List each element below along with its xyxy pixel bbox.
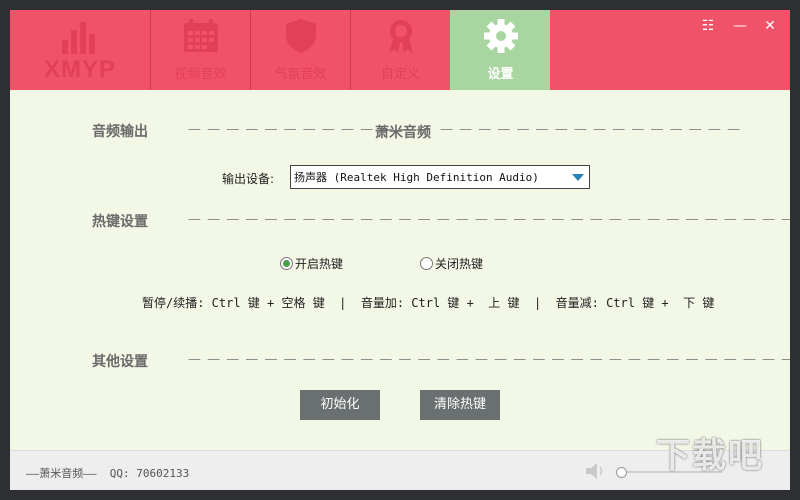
menu-button[interactable]: ☷ [698,16,718,36]
close-button[interactable]: ✕ [760,16,780,36]
tab-label: 视频音效 [174,67,227,82]
gear-icon [484,19,518,53]
initialize-button[interactable]: 初始化 [300,390,380,420]
app-logo: XMYP [10,10,150,90]
section-title-audio-output: 音频输出 [92,124,148,140]
app-window: XMYP 视频音效 气氛音效 自定义 设置 ☷ — ✕ 音频输出 — — — —… [10,10,790,490]
tab-label: 自定义 [380,67,420,82]
footer-brand-text: ——萧米音频—— QQ: 70602133 [26,467,190,480]
tab-video-effects[interactable]: 视频音效 [150,10,250,90]
section-title-hotkeys: 热键设置 [92,214,148,230]
radio-unchecked-icon[interactable] [420,257,433,270]
volume-slider-thumb[interactable] [616,467,627,478]
bars-logo-icon [62,22,95,54]
tab-label: 设置 [487,67,514,82]
output-device-value: 扬声器 (Realtek High Definition Audio) [294,171,539,184]
tab-ambient-effects[interactable]: 气氛音效 [250,10,350,90]
dropdown-arrow-icon[interactable] [572,174,584,181]
watermark-text: 下载吧 [656,436,764,476]
top-navigation-bar: XMYP 视频音效 气氛音效 自定义 设置 ☷ — ✕ [10,10,790,90]
calendar-icon [184,19,218,52]
tab-settings[interactable]: 设置 [450,10,550,90]
disable-hotkeys-radio[interactable]: 关闭热键 [420,255,483,272]
radio-checked-icon[interactable] [280,257,293,270]
divider: — — — — — — — — — — — — — — — — — — — — … [188,212,790,227]
output-device-label: 输出设备: [222,172,275,186]
logo-text: XMYP [44,56,117,83]
speaker-icon[interactable] [584,462,606,480]
minimize-button[interactable]: — [730,16,750,36]
divider: — — — — — — — — — — — — — — — — — — — — … [188,352,790,367]
tab-custom[interactable]: 自定义 [350,10,450,90]
brand-label: 萧米音频 [375,125,431,141]
section-title-other: 其他设置 [92,354,148,370]
tab-label: 气氛音效 [274,67,327,82]
shield-icon [286,19,316,53]
enable-hotkeys-label: 开启热键 [295,257,344,271]
output-device-select[interactable]: 扬声器 (Realtek High Definition Audio) [290,165,590,189]
hotkey-list: 暂停/续播: Ctrl 键 + 空格 键 | 音量加: Ctrl 键 + 上 键… [142,296,715,310]
award-ribbon-icon [389,20,413,53]
disable-hotkeys-label: 关闭热键 [435,257,484,271]
clear-hotkeys-button[interactable]: 清除热键 [420,390,500,420]
divider: — — — — — — — — — — — — — — — — [440,122,741,137]
enable-hotkeys-radio[interactable]: 开启热键 [280,255,343,272]
